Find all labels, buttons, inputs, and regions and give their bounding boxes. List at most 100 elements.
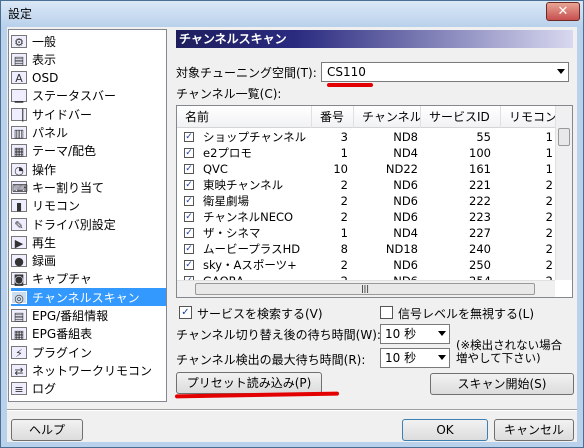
table-row[interactable]: ✓ e2プロモ 1 ND4 100 1 — [177, 145, 557, 161]
column-header-service-id[interactable]: サービスID — [421, 106, 501, 128]
nav-item-label: 再生 — [32, 235, 57, 250]
table-row[interactable]: ✓ ショップチャンネル 3 ND8 55 1 — [177, 129, 557, 145]
osd-icon: A — [11, 71, 27, 85]
wait-detect-value: 10 秒 — [385, 351, 417, 365]
nav-item[interactable]: ▦ EPG番組表 — [11, 325, 166, 343]
cell-key: 1 — [545, 146, 553, 160]
start-scan-button[interactable]: スキャン開始(S) — [430, 373, 574, 395]
nav-item[interactable]: ◎ チャンネルスキャン — [11, 288, 166, 307]
row-checkbox[interactable]: ✓ — [184, 196, 194, 206]
cell-sid: 222 — [469, 194, 491, 208]
row-checkbox[interactable]: ✓ — [184, 244, 194, 254]
table-row[interactable]: ✓ 衛星劇場 2 ND6 222 2 — [177, 193, 557, 209]
search-service-label[interactable]: サービスを検索する(V) — [197, 305, 323, 322]
help-button[interactable]: ヘルプ — [11, 419, 83, 441]
table-row[interactable]: ✓ 東映チャンネル 2 ND6 221 2 — [177, 177, 557, 193]
row-checkbox[interactable]: ✓ — [184, 164, 194, 174]
nav-item[interactable]: ▤ 表示 — [11, 50, 166, 68]
camera-icon: ◙ — [11, 272, 27, 286]
cell-num: 10 — [333, 162, 348, 176]
ok-button[interactable]: OK — [402, 419, 488, 441]
nav-item[interactable]: ▦ テーマ/配色 — [11, 142, 166, 160]
nav-item[interactable]: ⌨ キー割り当て — [11, 178, 166, 196]
cell-name: ザ・シネマ — [203, 226, 261, 240]
column-header-number[interactable]: 番号 — [312, 106, 354, 128]
column-header-channel[interactable]: チャンネル — [354, 106, 421, 128]
keyboard-icon: ⌨ — [11, 180, 28, 195]
cell-key: 2 — [545, 242, 553, 256]
nav-item[interactable]: ▁ ステータスバー — [11, 87, 166, 105]
nav-item[interactable]: ▕ サイドバー — [11, 105, 166, 123]
program-guide-icon: ▦ — [11, 327, 27, 341]
nav-item-label: OSD — [32, 70, 59, 85]
row-checkbox[interactable]: ✓ — [184, 212, 194, 222]
column-header-remote-key[interactable]: リモコンキ — [501, 106, 557, 128]
play-icon: ▶ — [11, 235, 27, 250]
nav-item[interactable]: ✎ ドライバ別設定 — [11, 215, 166, 233]
close-button[interactable]: ✕ — [546, 2, 580, 21]
window-title: 設定 — [8, 7, 33, 21]
nav-item[interactable]: ◔ 操作 — [11, 160, 166, 178]
nav-item[interactable]: ⚙ 一般 — [11, 32, 166, 50]
table-row[interactable]: ✓ QVC 10 ND22 161 1 — [177, 161, 557, 177]
plugin-icon: ⚡ — [11, 345, 27, 360]
nav-item[interactable]: ▥ パネル — [11, 124, 166, 142]
vertical-scrollbar[interactable] — [555, 106, 572, 280]
wait-detect-select[interactable]: 10 秒 — [380, 348, 450, 368]
cell-sid: 240 — [469, 242, 491, 256]
row-checkbox[interactable]: ✓ — [184, 132, 194, 142]
tuning-space-select[interactable]: CS110 — [321, 62, 569, 82]
title-bar[interactable]: 設定 ✕ — [1, 1, 583, 25]
tuning-space-label: 対象チューニング空間(T): — [176, 66, 317, 80]
nav-item-label: テーマ/配色 — [32, 144, 97, 159]
cell-ch: ND4 — [393, 226, 418, 240]
wait-note: (※検出されない場合 増やして下さい) — [456, 338, 563, 365]
sidebar-icon: ▕ — [11, 107, 27, 122]
row-checkbox[interactable]: ✓ — [184, 260, 194, 270]
display-icon: ▤ — [11, 52, 27, 67]
cell-name: ムービープラスHD — [203, 242, 301, 256]
cell-num: 2 — [340, 210, 348, 224]
nav-item[interactable]: ≡ ログ — [11, 380, 166, 398]
channel-list-table[interactable]: 名前 番号 チャンネル サービスID リモコンキ ✓ ショップチャンネル 3 ND8 5… — [176, 105, 573, 298]
cell-name: sky・Aスポーツ+ — [203, 258, 297, 272]
nav-item[interactable]: ▮ リモコン — [11, 197, 166, 215]
scrollbar-thumb[interactable] — [558, 128, 570, 146]
nav-item-label: EPG番組表 — [32, 327, 93, 342]
nav-item-label: 表示 — [32, 52, 57, 67]
ignore-signal-label[interactable]: 信号レベルを無視する(L) — [398, 305, 534, 322]
row-checkbox[interactable]: ✓ — [184, 180, 194, 190]
search-service-checkbox[interactable]: ✓ — [179, 306, 192, 319]
nav-item[interactable]: ● 録画 — [11, 252, 166, 270]
wait-switch-select[interactable]: 10 秒 — [380, 324, 450, 344]
settings-category-list[interactable]: ⚙ 一般 ▤ 表示 A OSD ▁ ステータスバー ▕ サイドバー ▥ パネル ▦ テーマ/配色 ◔ 操作 ⌨ キ… — [8, 29, 167, 402]
nav-item[interactable]: ⇄ ネットワークリモコン — [11, 361, 166, 379]
nav-item[interactable]: ▤ EPG/番組情報 — [11, 307, 166, 325]
row-checkbox[interactable]: ✓ — [184, 228, 194, 238]
statusbar-icon: ▁ — [11, 89, 27, 103]
table-row[interactable]: ✓ ザ・シネマ 1 ND4 227 2 — [177, 225, 557, 241]
cell-sid: 227 — [469, 226, 491, 240]
cancel-button[interactable]: キャンセル — [494, 419, 574, 441]
table-row[interactable]: ✓ sky・Aスポーツ+ 2 ND6 250 2 — [177, 257, 557, 273]
cell-ch: ND8 — [393, 130, 418, 144]
table-row[interactable]: ✓ ムービープラスHD 8 ND18 240 2 — [177, 241, 557, 257]
cell-num: 2 — [340, 258, 348, 272]
nav-item[interactable]: A OSD — [11, 69, 166, 87]
nav-item[interactable]: ◙ キャプチャ — [11, 270, 166, 288]
cell-name: チャンネルNECO — [203, 210, 294, 224]
cell-sid: 100 — [469, 146, 491, 160]
cell-num: 1 — [340, 146, 348, 160]
column-header-name[interactable]: 名前 — [177, 106, 312, 128]
row-checkbox[interactable]: ✓ — [184, 148, 194, 158]
nav-item[interactable]: ⚡ プラグイン — [11, 343, 166, 361]
nav-item-label: ログ — [32, 382, 57, 397]
scrollbar-thumb[interactable]: ||| — [195, 283, 535, 295]
mouse-icon: ◔ — [11, 162, 27, 177]
load-preset-button[interactable]: プリセット読み込み(P) — [176, 372, 322, 394]
nav-item[interactable]: ▶ 再生 — [11, 233, 166, 251]
table-row[interactable]: ✓ チャンネルNECO 2 ND6 223 2 — [177, 209, 557, 225]
horizontal-scrollbar[interactable]: ||| — [177, 280, 555, 297]
ignore-signal-checkbox[interactable] — [380, 306, 393, 319]
cell-sid: 55 — [476, 130, 491, 144]
